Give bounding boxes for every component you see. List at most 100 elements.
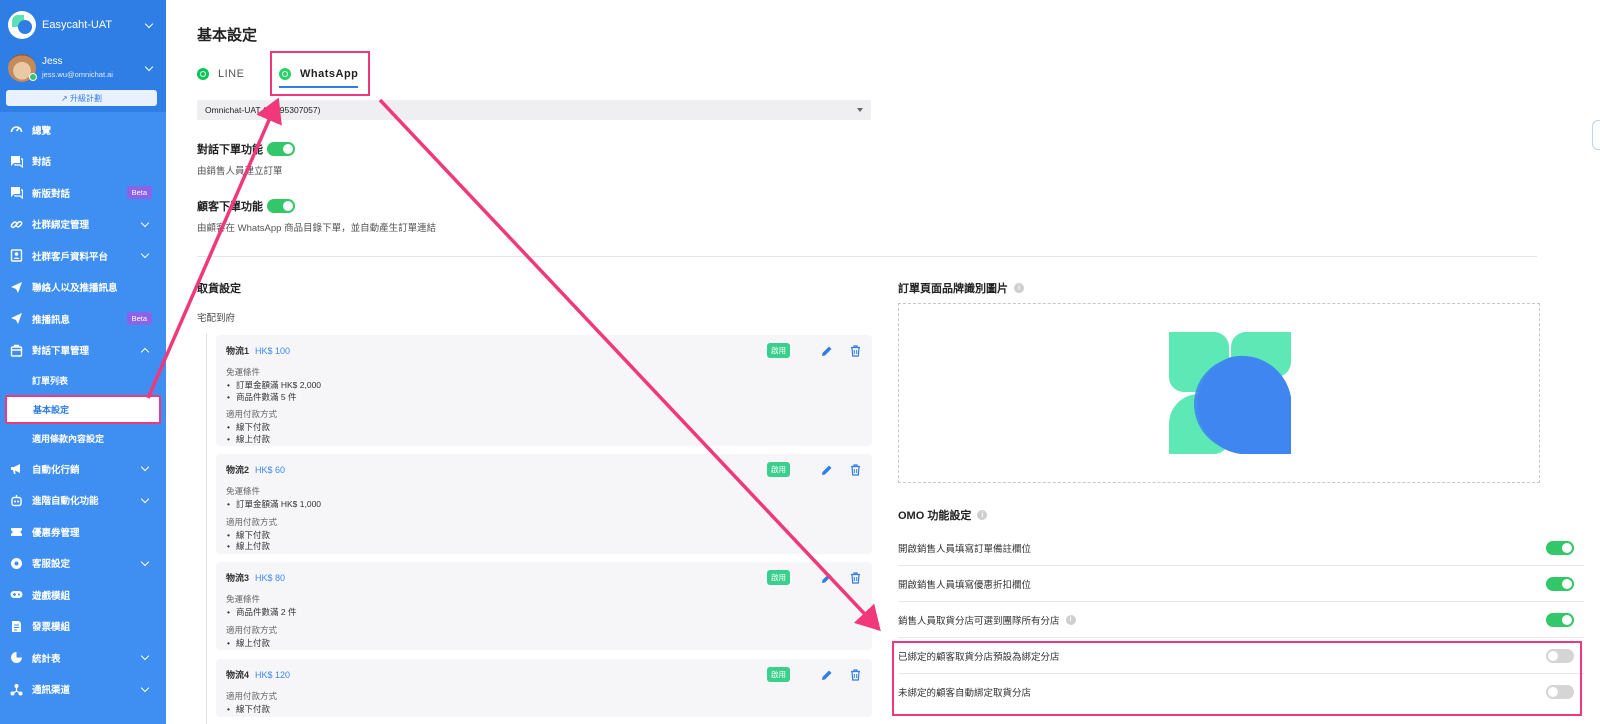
- sidebar-item-broadcast[interactable]: 推播訊息 Beta: [0, 303, 166, 335]
- pay-item: 線上付款: [226, 434, 862, 446]
- status-badge: 啟用: [767, 570, 790, 585]
- edit-icon[interactable]: [820, 344, 834, 358]
- channel-select[interactable]: Omnichat-UAT (85295307057): [197, 100, 871, 120]
- sidebar-item-label: 聯絡人以及推播訊息: [32, 283, 118, 295]
- feature-title: 對話下單功能: [197, 144, 263, 156]
- side-panel-handle[interactable]: [1592, 120, 1600, 150]
- sidebar-item-label: 對話: [32, 157, 52, 169]
- tab-line[interactable]: LINE: [197, 63, 244, 85]
- cond-item: 商品件數滿 2 件: [226, 607, 862, 619]
- status-badge: 啟用: [767, 462, 790, 477]
- chat-order-toggle[interactable]: [267, 142, 295, 156]
- sidebar-item-cs-settings[interactable]: 客服設定: [0, 548, 166, 580]
- sidebar-item-chat[interactable]: 對話: [0, 146, 166, 178]
- omo-row-label: 銷售人員取貨分店可選到團隊所有分店: [898, 615, 1060, 627]
- sidebar-header: Easycaht-UAT Jess jess.wu@omnichat.ai ↗ …: [0, 0, 166, 112]
- sidebar-subitem-terms-settings[interactable]: 適用條款內容設定: [0, 424, 166, 453]
- trash-icon[interactable]: [848, 344, 862, 358]
- omo-title-text: OMO 功能設定: [898, 510, 972, 522]
- cond-label: 免運條件: [226, 594, 261, 604]
- pay-item: 線下付款: [226, 704, 862, 716]
- sidebar-subitem-basic-settings[interactable]: 基本設定: [5, 395, 161, 424]
- link-icon: [10, 218, 23, 231]
- info-icon[interactable]: i: [1014, 283, 1024, 293]
- sidebar-item-game-module[interactable]: 遊戲模組: [0, 579, 166, 611]
- sidebar-item-advanced-automation[interactable]: 進階自動化功能: [0, 485, 166, 517]
- logistics-name: 物流1: [226, 346, 250, 356]
- upgrade-plan-button[interactable]: ↗ 升級計劃: [6, 90, 157, 106]
- sidebar-item-new-chat[interactable]: 新版對話 Beta: [0, 177, 166, 209]
- online-status-dot: [29, 73, 37, 81]
- logistics-price: HK$ 60: [255, 465, 286, 475]
- sidebar-item-channels[interactable]: 通訊渠道: [0, 674, 166, 706]
- logistics-name: 物流2: [226, 465, 250, 475]
- beta-badge: Beta: [126, 186, 152, 200]
- sidebar-item-label: 進階自動化功能: [32, 496, 99, 508]
- sidebar-item-label: 總覽: [32, 125, 52, 137]
- sidebar-item-cdp[interactable]: 社群客戶資料平台: [0, 240, 166, 272]
- logistics-price: HK$ 120: [255, 670, 291, 680]
- edit-icon[interactable]: [820, 571, 834, 585]
- sidebar-item-social-binding[interactable]: 社群綁定管理: [0, 209, 166, 241]
- org-name: Easycaht-UAT: [42, 19, 113, 31]
- trash-icon[interactable]: [848, 571, 862, 585]
- brand-image-upload[interactable]: [898, 303, 1540, 483]
- customer-order-toggle[interactable]: [267, 199, 295, 213]
- omo-row: 銷售人員取貨分店可選到團隊所有分店 i: [898, 602, 1584, 638]
- logistics-card: 物流2 HK$ 60 免運條件 訂單金額滿 HK$ 1,000 適用付款方式 線下…: [216, 454, 872, 554]
- send-icon: [10, 281, 23, 294]
- logistics-price: HK$ 100: [255, 346, 291, 356]
- org-switcher[interactable]: Easycaht-UAT: [8, 11, 158, 39]
- info-icon[interactable]: i: [1065, 614, 1076, 625]
- edit-icon[interactable]: [820, 463, 834, 477]
- chevron-up-icon: [140, 347, 150, 356]
- sidebar-item-overview[interactable]: 總覽: [0, 114, 166, 146]
- sidebar-item-invoice-module[interactable]: 發票模組: [0, 611, 166, 643]
- logistics-card: 物流1 HK$ 100 免運條件 訂單金額滿 HK$ 2,000商品件數滿 5 件…: [216, 335, 872, 446]
- feature-desc: 由銷售人員建立訂單: [197, 166, 283, 177]
- edit-icon[interactable]: [820, 668, 834, 682]
- logistics-name: 物流3: [226, 573, 250, 583]
- sidebar-item-coupons[interactable]: 優惠券管理: [0, 516, 166, 548]
- trash-icon[interactable]: [848, 668, 862, 682]
- omo-toggle[interactable]: [1546, 540, 1574, 555]
- omo-toggle[interactable]: [1546, 576, 1574, 591]
- info-icon[interactable]: i: [977, 510, 988, 520]
- omo-settings-title: OMO 功能設定 i: [898, 507, 988, 523]
- sidebar-item-label: 社群客戶資料平台: [32, 251, 109, 263]
- pay-label: 適用付款方式: [226, 624, 278, 635]
- brand-image-title: 訂單頁面品牌識別圖片 i: [898, 280, 1024, 296]
- invoice-icon: [10, 620, 23, 633]
- sidebar-item-label: 發票模組: [32, 622, 71, 634]
- cond-item: 訂單金額滿 HK$ 1,000: [226, 499, 862, 511]
- pay-item: 線上付款: [226, 638, 862, 650]
- bag-icon: [10, 344, 23, 357]
- highlight-box-omo-rows: [892, 641, 1582, 716]
- pie-icon: [10, 651, 23, 664]
- omo-toggle[interactable]: [1546, 612, 1574, 627]
- highlight-box-whatsapp-tab: [270, 51, 370, 96]
- trash-icon[interactable]: [848, 463, 862, 477]
- caret-down-icon: [857, 108, 863, 112]
- sidebar-item-automation-marketing[interactable]: 自動化行銷: [0, 453, 166, 485]
- chevron-down-icon: [144, 19, 154, 28]
- feature-title: 顧客下單功能: [197, 201, 263, 213]
- logistics-price: HK$ 80: [255, 573, 286, 583]
- pay-item: 線上付款: [226, 541, 862, 553]
- user-menu[interactable]: Jess jess.wu@omnichat.ai: [8, 53, 158, 83]
- logistics-card: 物流4 HK$ 120 適用付款方式 線下付款 啟用: [216, 659, 872, 717]
- tab-label: LINE: [218, 68, 245, 80]
- pay-label: 適用付款方式: [226, 516, 278, 527]
- sidebar-item-statistics[interactable]: 統計表: [0, 642, 166, 674]
- channel-select-value: Omnichat-UAT (85295307057): [205, 105, 321, 115]
- sidebar-item-chat-order[interactable]: 對話下單管理: [0, 335, 166, 367]
- pickup-settings-title: 取貨設定: [197, 283, 241, 295]
- sidebar-subitem-order-list[interactable]: 訂單列表: [0, 366, 166, 395]
- sidebar-item-contacts-broadcast[interactable]: 聯絡人以及推播訊息: [0, 272, 166, 304]
- sidebar-menu: 總覽 對話 新版對話 Beta 社群綁定管理 社群客戶資料平台 聯絡人以及推播訊…: [0, 114, 166, 705]
- sidebar-item-label: 通訊渠道: [32, 685, 71, 697]
- pay-item: 線下付款: [226, 530, 862, 542]
- cond-item: 訂單金額滿 HK$ 2,000: [226, 380, 862, 392]
- chevron-down-icon: [144, 62, 154, 71]
- omo-row-label: 開啟銷售人員填寫優惠折扣欄位: [898, 579, 1032, 591]
